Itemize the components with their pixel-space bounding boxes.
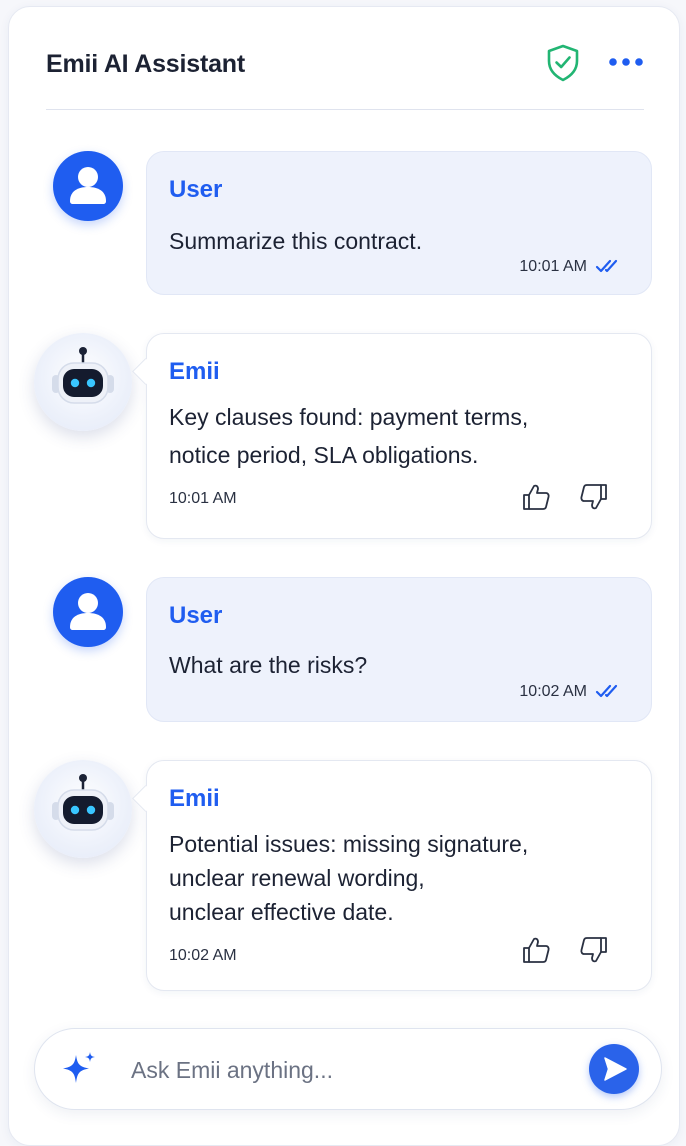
message-user: User What are the risks? 10:02 AM bbox=[0, 577, 686, 722]
chat-header: Emii AI Assistant bbox=[46, 40, 644, 110]
user-avatar-icon bbox=[53, 577, 123, 647]
message-user: User Summarize this contract. 10:01 AM bbox=[0, 151, 686, 296]
message-assistant: Emii Potential issues: missing signature… bbox=[0, 760, 686, 991]
message-time: 10:02 AM bbox=[519, 683, 587, 700]
message-time: 10:02 AM bbox=[169, 947, 237, 964]
thumbs-up-icon[interactable] bbox=[521, 482, 551, 512]
sparkle-icon bbox=[63, 1052, 95, 1083]
double-check-icon bbox=[595, 684, 618, 698]
user-message-bubble: User Summarize this contract. 10:01 AM bbox=[146, 151, 652, 295]
message-sender: Emii bbox=[169, 358, 220, 385]
message-sender: User bbox=[169, 176, 223, 203]
thumbs-down-icon[interactable] bbox=[579, 935, 609, 965]
message-time: 10:01 AM bbox=[169, 490, 237, 507]
send-button[interactable] bbox=[589, 1044, 639, 1094]
thumbs-down-icon[interactable] bbox=[579, 482, 609, 512]
message-line: unclear renewal wording, bbox=[169, 865, 425, 891]
more-horizontal-icon[interactable] bbox=[608, 57, 644, 67]
message-text: What are the risks? bbox=[169, 652, 368, 678]
robot-avatar-icon bbox=[34, 333, 132, 431]
header-title: Emii AI Assistant bbox=[46, 50, 245, 78]
thumbs-up-icon[interactable] bbox=[521, 935, 551, 965]
message-time: 10:01 AM bbox=[519, 258, 587, 275]
message-assistant: Emii Key clauses found: payment terms, n… bbox=[0, 333, 686, 539]
shield-check-icon[interactable] bbox=[546, 44, 580, 82]
message-line: Potential issues: missing signature, bbox=[169, 831, 529, 857]
assistant-message-bubble: Emii Key clauses found: payment terms, n… bbox=[146, 333, 652, 539]
double-check-icon bbox=[595, 259, 618, 273]
assistant-message-bubble: Emii Potential issues: missing signature… bbox=[146, 760, 652, 991]
message-sender: Emii bbox=[169, 785, 220, 812]
message-line: unclear effective date. bbox=[169, 899, 394, 925]
message-line: Key clauses found: payment terms, bbox=[169, 404, 529, 430]
message-text: Summarize this contract. bbox=[169, 228, 423, 254]
message-sender: User bbox=[169, 602, 223, 629]
user-message-bubble: User What are the risks? 10:02 AM bbox=[146, 577, 652, 722]
message-text: Potential issues: missing signature, unc… bbox=[169, 827, 629, 929]
message-text: Key clauses found: payment terms, notice… bbox=[169, 398, 629, 474]
message-composer bbox=[34, 1028, 662, 1110]
user-avatar-icon bbox=[53, 151, 123, 221]
message-input[interactable] bbox=[129, 1049, 573, 1091]
message-line: notice period, SLA obligations. bbox=[169, 442, 479, 468]
robot-avatar-icon bbox=[34, 760, 132, 858]
send-icon bbox=[604, 1057, 627, 1081]
